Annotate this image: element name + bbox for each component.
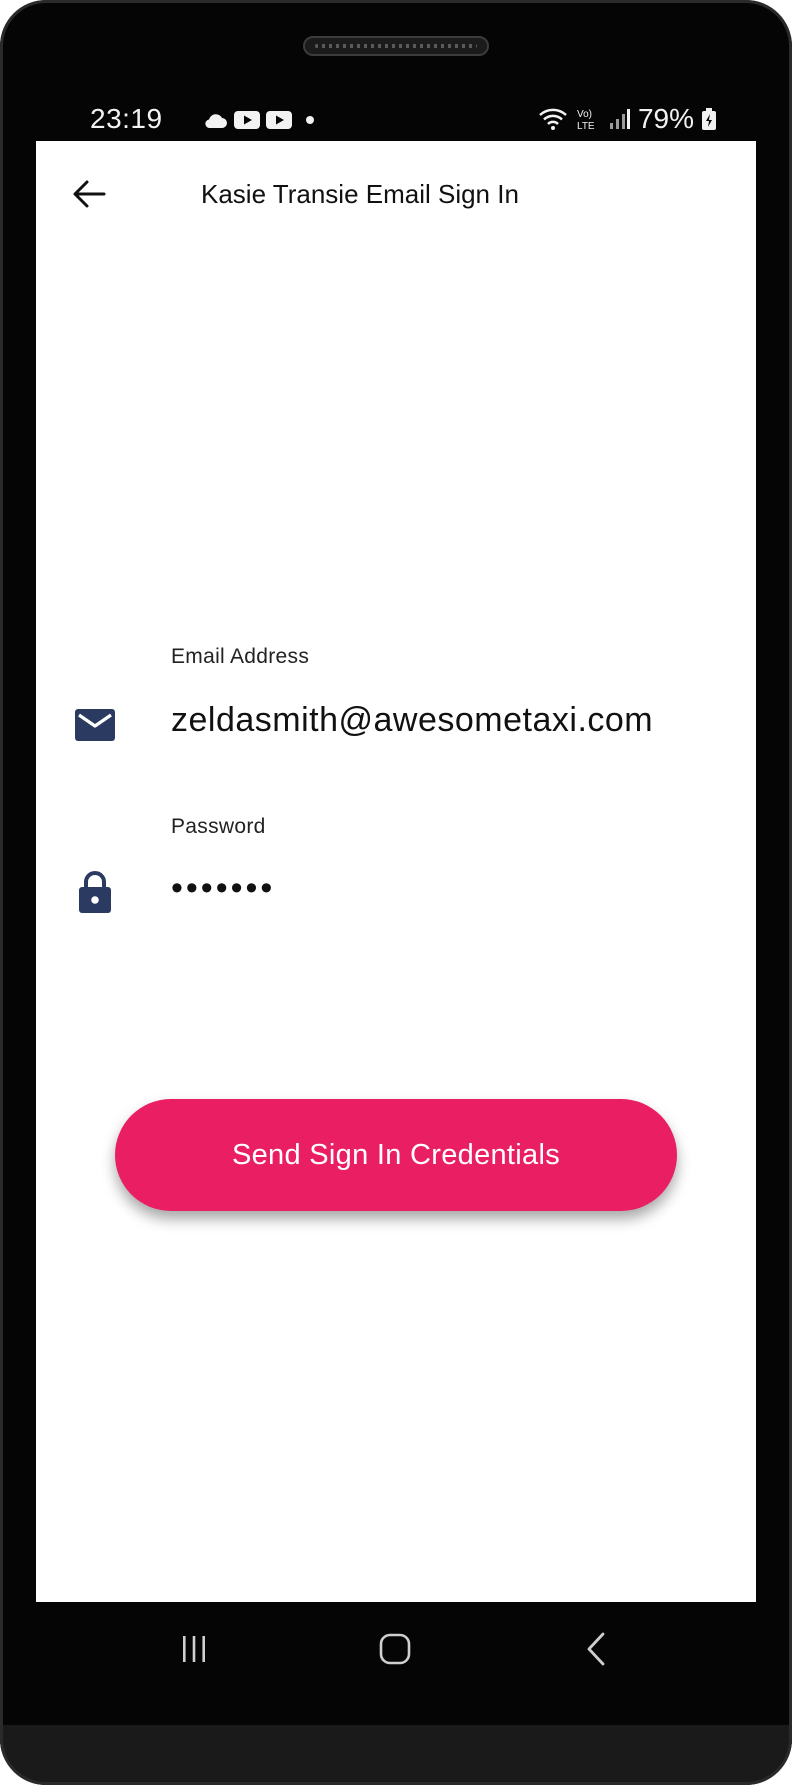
cloud-icon (205, 114, 227, 128)
volte-icon: Vo)LTE (577, 109, 595, 132)
system-icons: Vo) LTE 79% (538, 103, 716, 134)
system-nav-bar (36, 1602, 756, 1697)
signal-icon (609, 109, 630, 129)
password-label: Password (171, 815, 266, 838)
email-input[interactable]: zeldasmith@awesometaxi.com (171, 701, 653, 740)
arrow-back-icon (73, 180, 106, 208)
nav-back-button[interactable] (566, 1624, 626, 1674)
back-button[interactable] (66, 171, 112, 217)
dot-icon (306, 116, 314, 124)
recents-icon (183, 1636, 205, 1662)
device-bottom-bezel (0, 1725, 792, 1785)
svg-text:LTE: LTE (577, 121, 595, 132)
app-bar: Kasie Transie Email Sign In (36, 141, 756, 249)
status-bar: 23:19 Vo) LTE 79% (36, 96, 756, 142)
battery-charging-icon (702, 108, 716, 130)
phone-frame: 23:19 Vo) LTE 79% Kasie Transie Email Sig… (0, 0, 792, 1785)
youtube-icon (266, 111, 292, 129)
send-button-label: Send Sign In Credentials (231, 1138, 560, 1171)
app-screen: Kasie Transie Email Sign In Email Addres… (36, 141, 756, 1602)
status-time: 23:19 (90, 103, 163, 134)
email-field[interactable]: Email Address zeldasmith@awesometaxi.com (36, 645, 756, 745)
send-sign-in-credentials-button[interactable]: Send Sign In Credentials (115, 1099, 677, 1211)
recents-button[interactable] (164, 1624, 224, 1674)
wifi-icon (539, 108, 567, 130)
email-label: Email Address (171, 645, 310, 668)
home-button[interactable] (365, 1624, 425, 1674)
password-field[interactable]: Password ••••••• (36, 815, 756, 925)
lock-icon (74, 871, 116, 913)
email-icon (74, 704, 116, 746)
notification-icons (202, 108, 318, 132)
svg-text:Vo): Vo) (577, 109, 592, 120)
page-title: Kasie Transie Email Sign In (201, 179, 519, 209)
youtube-icon (234, 111, 260, 129)
back-icon (587, 1632, 605, 1666)
earpiece-speaker (303, 36, 489, 56)
password-input[interactable]: ••••••• (171, 869, 275, 908)
battery-percent: 79% (637, 103, 694, 134)
home-icon (379, 1633, 411, 1665)
